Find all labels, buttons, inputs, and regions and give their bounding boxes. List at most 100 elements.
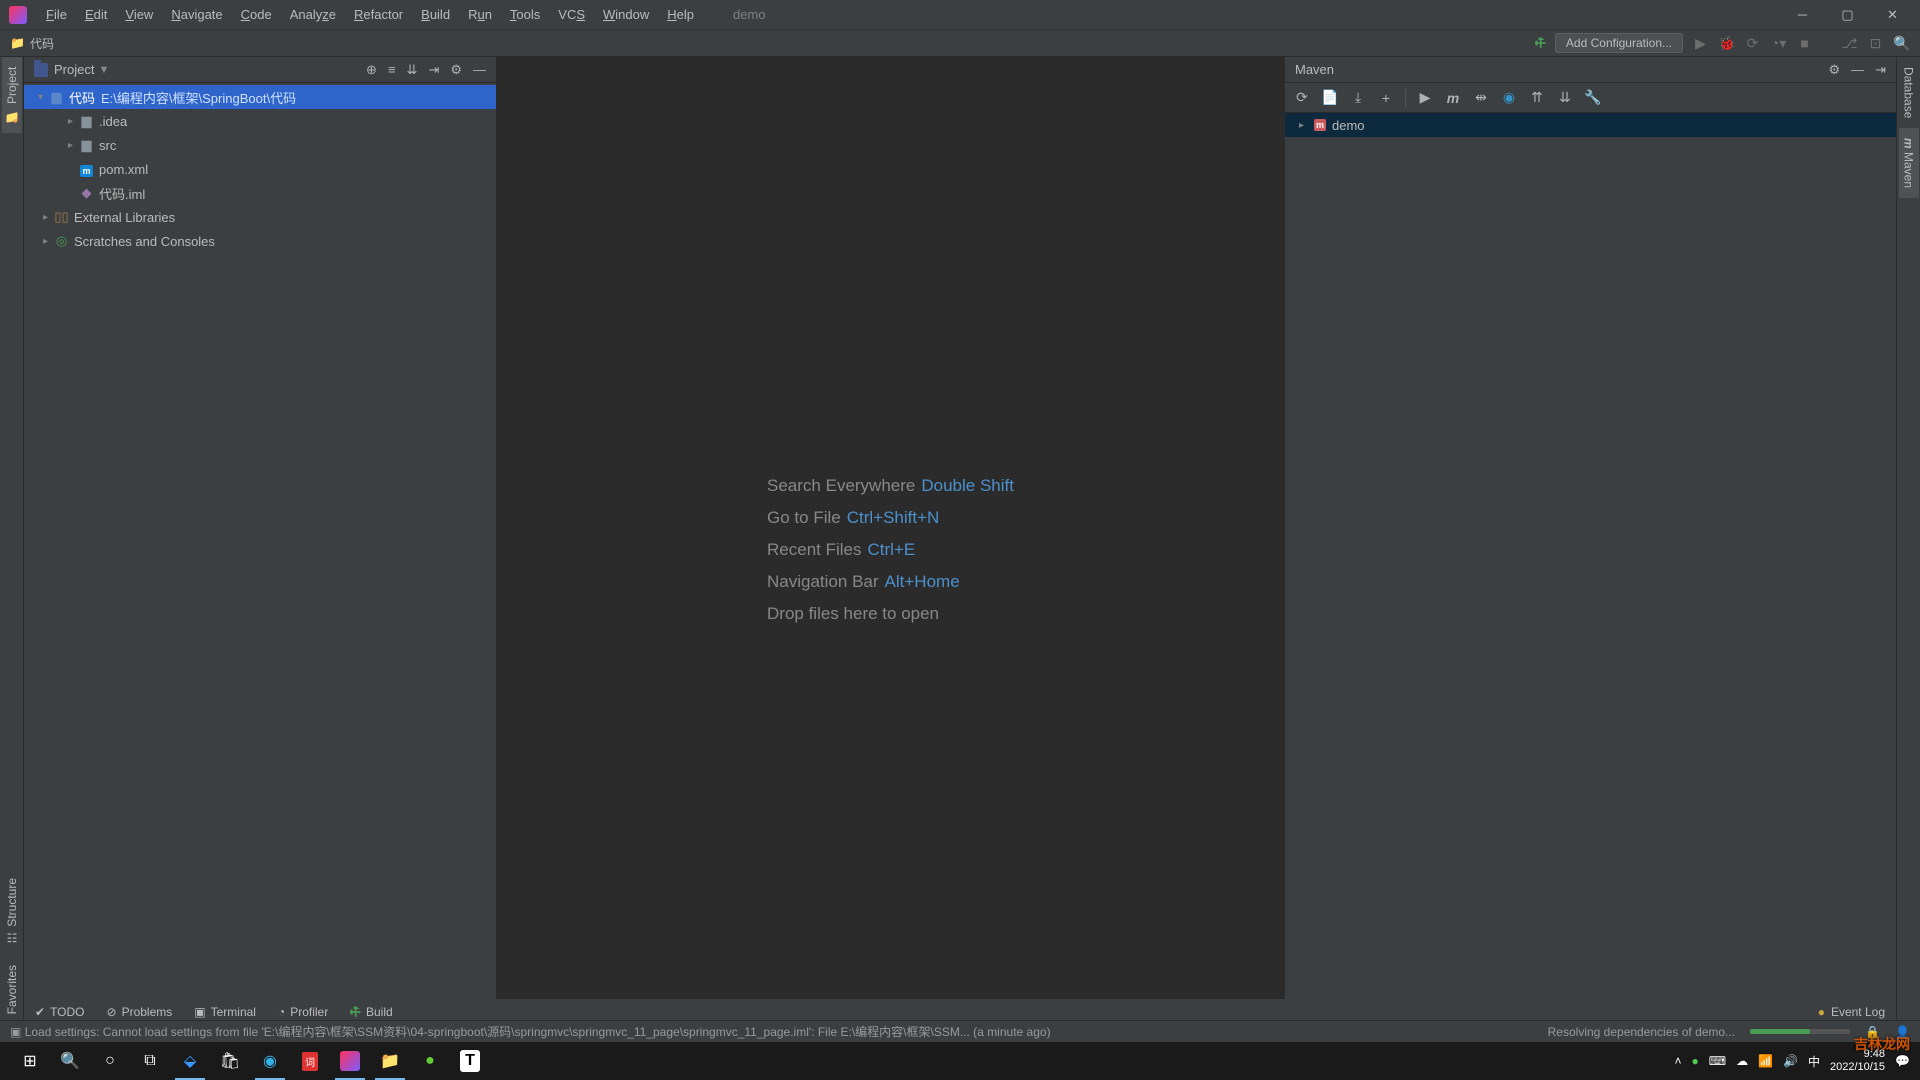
menu-edit[interactable]: Edit: [76, 4, 116, 25]
tray-volume-icon[interactable]: 🔊: [1783, 1054, 1798, 1068]
collapse-all-icon[interactable]: ⇊: [407, 62, 418, 78]
generate-sources-icon[interactable]: 📄: [1321, 89, 1339, 106]
coverage-icon[interactable]: ⟳: [1744, 35, 1761, 52]
expand-all-icon[interactable]: ≡: [388, 62, 396, 78]
tray-ime[interactable]: 中: [1808, 1053, 1820, 1070]
close-button[interactable]: ✕: [1870, 1, 1915, 29]
reimport-icon[interactable]: ⟳: [1293, 89, 1311, 106]
status-icon[interactable]: ▣: [10, 1025, 21, 1039]
tree-node-external-libs[interactable]: ▸ ▯▯ External Libraries: [24, 205, 496, 229]
tree-node-idea[interactable]: ▸ ▆ .idea: [24, 109, 496, 133]
tray-onedrive-icon[interactable]: ☁: [1736, 1054, 1748, 1068]
chevron-right-icon[interactable]: ▸: [1295, 120, 1308, 131]
taskbar-app-explorer[interactable]: 📁: [370, 1042, 410, 1080]
menu-code[interactable]: Code: [232, 4, 281, 25]
chevron-right-icon[interactable]: ▸: [39, 212, 52, 223]
tree-root[interactable]: ▾ ▆ 代码 E:\编程内容\框架\SpringBoot\代码: [24, 85, 496, 109]
minimize-panel-icon[interactable]: —: [1851, 62, 1864, 78]
locate-icon[interactable]: ⊕: [366, 62, 377, 78]
tab-event-log[interactable]: Event Log: [1831, 1005, 1885, 1019]
add-configuration-button[interactable]: Add Configuration...: [1555, 33, 1683, 53]
menu-analyze[interactable]: Analyze: [281, 4, 345, 25]
sidebar-item-structure[interactable]: ☷Structure: [2, 868, 22, 955]
minimize-panel-icon[interactable]: —: [473, 62, 486, 78]
gear-icon[interactable]: ⚙: [1828, 62, 1840, 78]
editor-area[interactable]: Search EverywhereDouble Shift Go to File…: [497, 57, 1284, 1042]
tree-node-scratches[interactable]: ▸ ◎ Scratches and Consoles: [24, 229, 496, 253]
breadcrumb[interactable]: 代码: [30, 35, 54, 52]
taskbar-app-youdao[interactable]: 词: [290, 1042, 330, 1080]
intellij-icon: [9, 6, 27, 24]
menu-tools[interactable]: Tools: [501, 4, 549, 25]
chevron-right-icon[interactable]: ▸: [39, 236, 52, 247]
tray-keyboard-icon[interactable]: ⌨: [1709, 1054, 1726, 1068]
tree-label: 代码: [69, 88, 95, 107]
run-maven-icon[interactable]: ▶: [1416, 89, 1434, 106]
add-project-icon[interactable]: +: [1377, 90, 1395, 106]
sidebar-item-database[interactable]: Database: [1899, 57, 1919, 128]
git-icon[interactable]: ⎇: [1841, 35, 1858, 52]
taskbar-app-green[interactable]: ●: [410, 1042, 450, 1080]
stop-icon[interactable]: ■: [1796, 35, 1813, 51]
taskbar-taskview[interactable]: ⧉: [130, 1042, 170, 1080]
hide-icon[interactable]: ⇥: [428, 62, 439, 78]
tree-label: 代码.iml: [99, 184, 145, 203]
collapse-all-icon[interactable]: ⇈: [1528, 89, 1546, 106]
menu-build[interactable]: Build: [412, 4, 459, 25]
tab-profiler[interactable]: ◔ Profiler: [278, 1005, 328, 1019]
taskbar-app-store[interactable]: 🛍: [210, 1042, 250, 1080]
tree-node-iml[interactable]: ◆ 代码.iml: [24, 181, 496, 205]
menu-view[interactable]: View: [116, 4, 162, 25]
menu-refactor[interactable]: Refactor: [345, 4, 412, 25]
tray-notifications-icon[interactable]: 💬: [1895, 1054, 1910, 1068]
toggle-skip-tests-icon[interactable]: ◉: [1500, 89, 1518, 106]
run-icon[interactable]: ▶: [1692, 35, 1709, 52]
project-panel-title[interactable]: Project: [54, 62, 94, 77]
taskbar-cortana[interactable]: ○: [90, 1042, 130, 1080]
toggle-offline-icon[interactable]: ⇹: [1472, 89, 1490, 106]
download-sources-icon[interactable]: ⤓: [1349, 89, 1367, 106]
maximize-button[interactable]: ▢: [1825, 1, 1870, 29]
dropdown-icon[interactable]: ▼: [98, 64, 109, 76]
tray-chevron-icon[interactable]: ˄: [1674, 1054, 1681, 1068]
tab-todo[interactable]: ✔ TODO: [35, 1005, 85, 1019]
tree-node-src[interactable]: ▸ ▆ src: [24, 133, 496, 157]
taskbar-app-t[interactable]: T: [450, 1042, 490, 1080]
chevron-right-icon[interactable]: ▸: [64, 116, 77, 127]
taskbar-app-1[interactable]: ⬙: [170, 1042, 210, 1080]
tray-wifi-icon[interactable]: 📶: [1758, 1054, 1773, 1068]
menu-file[interactable]: File: [37, 4, 76, 25]
show-deps-icon[interactable]: ⇊: [1556, 89, 1574, 106]
tree-node-pom[interactable]: m pom.xml: [24, 157, 496, 181]
tray-app-icon[interactable]: ●: [1691, 1054, 1698, 1068]
maven-settings-icon[interactable]: 🔧: [1584, 89, 1602, 106]
debug-icon[interactable]: 🐞: [1718, 35, 1735, 52]
search-everywhere-icon[interactable]: 🔍: [1893, 35, 1910, 52]
execute-goal-icon[interactable]: m: [1444, 90, 1462, 106]
menu-vcs[interactable]: VCS: [549, 4, 594, 25]
menu-navigate[interactable]: Navigate: [162, 4, 231, 25]
menu-run[interactable]: Run: [459, 4, 501, 25]
menu-help[interactable]: Help: [658, 4, 703, 25]
build-icon[interactable]: ⚒: [1532, 34, 1550, 52]
tab-problems[interactable]: ⊘ Problems: [107, 1005, 173, 1019]
start-button[interactable]: ⊞: [10, 1042, 50, 1080]
folder-icon: ▆: [79, 137, 94, 153]
taskbar-search[interactable]: 🔍: [50, 1042, 90, 1080]
minimize-button[interactable]: ─: [1780, 1, 1825, 29]
hide-panel-icon[interactable]: ⇥: [1875, 62, 1886, 78]
update-icon[interactable]: ⊡: [1867, 35, 1884, 52]
chevron-down-icon[interactable]: ▾: [34, 92, 47, 103]
gear-icon[interactable]: ⚙: [450, 62, 462, 78]
maven-project-node[interactable]: ▸ m demo: [1285, 113, 1896, 137]
chevron-right-icon[interactable]: ▸: [64, 140, 77, 151]
sidebar-item-project[interactable]: 📁Project: [2, 57, 22, 133]
taskbar-app-edge[interactable]: ◉: [250, 1042, 290, 1080]
sidebar-item-maven[interactable]: m Maven: [1899, 128, 1919, 198]
tab-terminal[interactable]: ▣ Terminal: [194, 1005, 256, 1019]
profile-icon[interactable]: ◔▾: [1770, 35, 1787, 52]
taskbar-app-intellij[interactable]: [330, 1042, 370, 1080]
tab-build[interactable]: ⚒ Build: [350, 1005, 392, 1019]
menu-window[interactable]: Window: [594, 4, 658, 25]
project-panel: Project ▼ ⊕ ≡ ⇊ ⇥ ⚙ — ▾ ▆ 代码 E:\编程内容\框架\…: [24, 57, 497, 1042]
